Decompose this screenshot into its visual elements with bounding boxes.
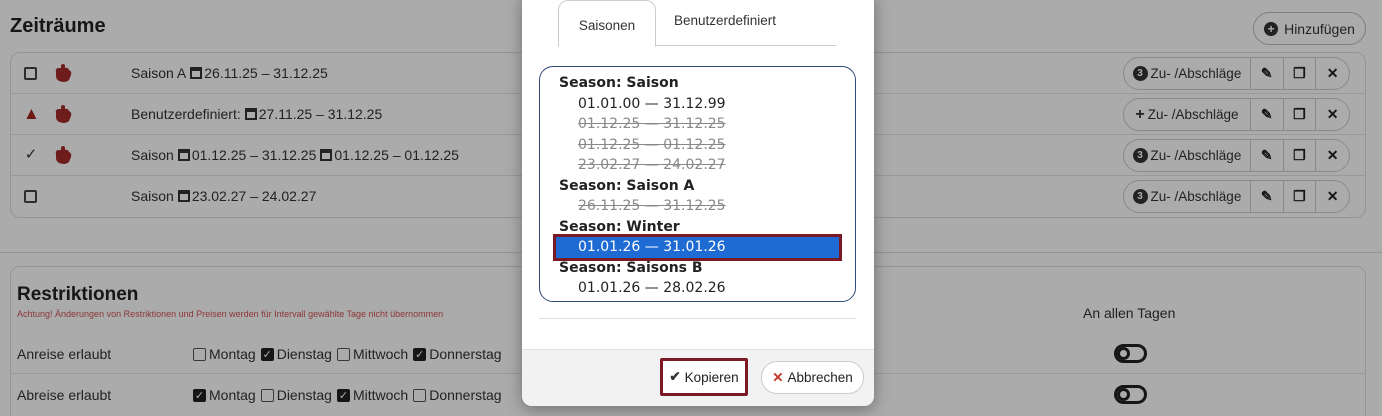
copy-period-dialog: Saisonen Benutzerdefiniert Season: Saiso… xyxy=(522,0,874,406)
tab-bar: Saisonen Benutzerdefiniert xyxy=(558,0,836,47)
optgroup-label: Season: Saison xyxy=(559,75,679,91)
cancel-button-label: Abbrechen xyxy=(787,370,853,385)
period-option: 23.02.27 — 24.02.27 xyxy=(578,157,726,173)
close-icon: ✕ xyxy=(772,369,784,385)
optgroup-label: Season: Saison A xyxy=(559,177,695,194)
tab-saisonen[interactable]: Saisonen xyxy=(558,0,656,47)
period-option: 01.12.25 — 31.12.25 xyxy=(578,116,726,132)
period-select-list[interactable]: Season: Saison 01.01.00 — 31.12.99 01.12.2… xyxy=(539,66,856,302)
copy-button-label: Kopieren xyxy=(684,369,739,385)
period-option: 26.11.25 — 31.12.25 xyxy=(578,198,726,214)
period-option: 01.12.25 — 01.12.25 xyxy=(578,136,726,153)
period-option[interactable]: 01.01.00 — 31.12.99 xyxy=(540,94,855,115)
tab-benutzerdefiniert[interactable]: Benutzerdefiniert xyxy=(660,0,790,40)
check-icon: ✔ xyxy=(669,369,681,384)
copy-button[interactable]: ✔ Kopieren xyxy=(660,358,748,396)
divider xyxy=(539,318,856,319)
selected-option-highlight xyxy=(553,234,842,261)
period-option[interactable]: 01.01.26 — 28.02.26 xyxy=(540,278,855,299)
cancel-button[interactable]: ✕ Abbrechen xyxy=(761,361,864,394)
